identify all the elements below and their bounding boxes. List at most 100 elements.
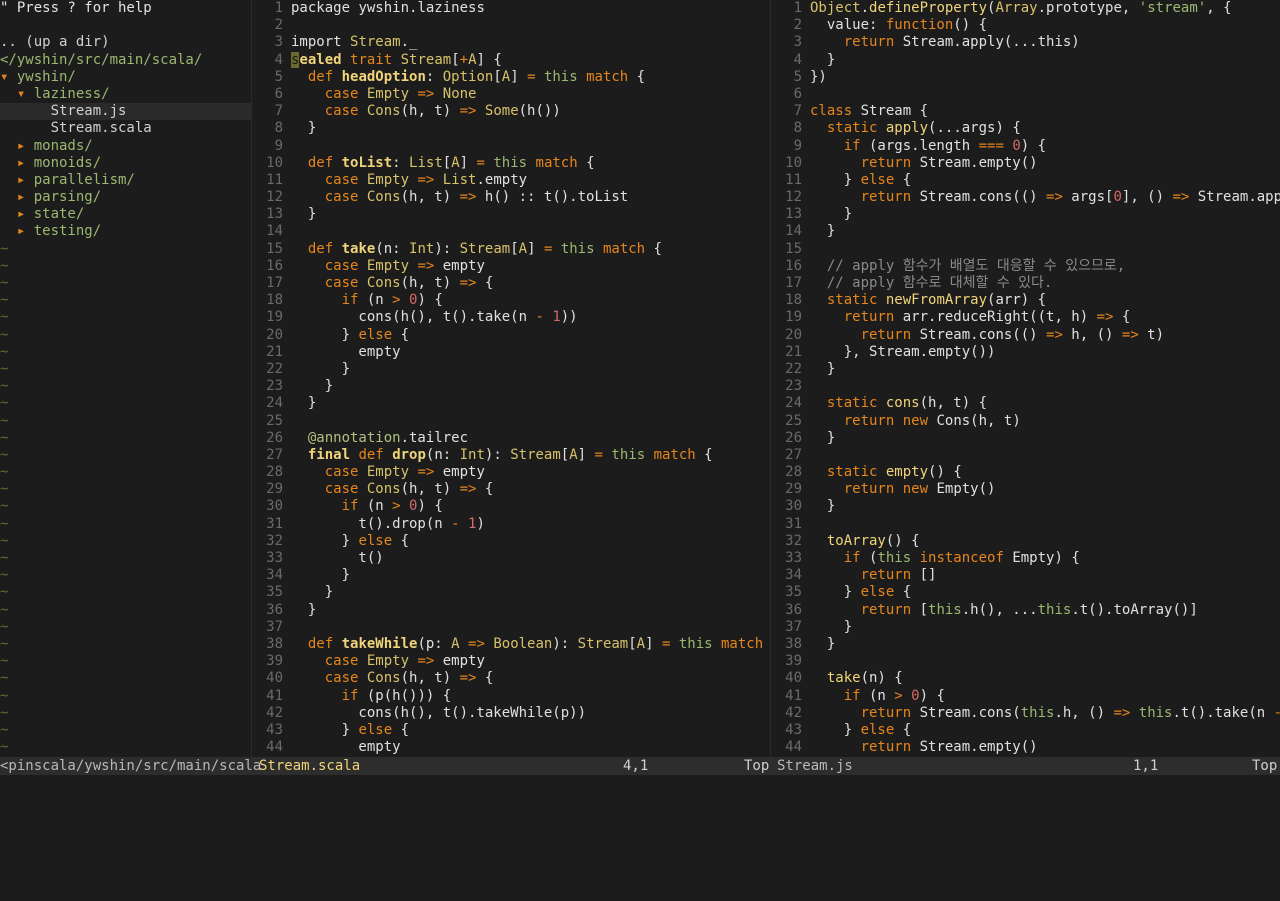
code-line[interactable]: 20 return Stream.cons(() => h, () => t) xyxy=(772,327,1280,344)
tree-dir-item[interactable]: ▾ laziness/ xyxy=(0,86,251,103)
code-line[interactable]: 2 value: function() { xyxy=(772,17,1280,34)
code-line[interactable]: 38 } xyxy=(772,636,1280,653)
code-line[interactable]: 17 // apply 함수로 대체할 수 있다. xyxy=(772,275,1280,292)
code-line[interactable]: 19 cons(h(), t().take(n - 1)) xyxy=(253,309,768,326)
code-line[interactable]: 39 case Empty => empty xyxy=(253,653,768,670)
code-line[interactable]: 8 static apply(...args) { xyxy=(772,120,1280,137)
code-line[interactable]: 14 xyxy=(253,223,768,240)
code-line[interactable]: 16 case Empty => empty xyxy=(253,258,768,275)
tree-file-item[interactable]: Stream.scala xyxy=(0,120,251,137)
code-line[interactable]: 1 package ywshin.laziness xyxy=(253,0,768,17)
code-line[interactable]: 36 return [this.h(), ...this.t().toArray… xyxy=(772,602,1280,619)
code-line[interactable]: 42 return Stream.cons(this.h, () => this… xyxy=(772,705,1280,722)
code-line[interactable]: 34 return [] xyxy=(772,567,1280,584)
code-line[interactable]: 3 return Stream.apply(...this) xyxy=(772,34,1280,51)
tree-dir-item[interactable]: ▸ parsing/ xyxy=(0,189,251,206)
editor-pane-js[interactable]: 1 Object.defineProperty (Array.prototype,… xyxy=(772,0,1280,757)
code-line[interactable]: 4 sealed trait Stream[+A] { xyxy=(253,51,768,69)
code-line[interactable]: 11 case Empty => List.empty xyxy=(253,172,768,189)
code-line[interactable]: 27 final def drop(n: Int): Stream[A] = t… xyxy=(253,447,768,464)
code-line[interactable]: 31 xyxy=(772,516,1280,533)
code-line[interactable]: 29 case Cons(h, t) => { xyxy=(253,481,768,498)
code-line[interactable]: 11 } else { xyxy=(772,172,1280,189)
editor-pane-scala[interactable]: 1 package ywshin.laziness 2 3 import Stre… xyxy=(253,0,768,757)
code-line[interactable]: 6 xyxy=(772,86,1280,103)
code-line[interactable]: 12 case Cons(h, t) => h() :: t().toList xyxy=(253,189,768,206)
tree-dir-item[interactable]: ▸ parallelism/ xyxy=(0,172,251,189)
tree-dir-item[interactable]: ▾ ywshin/ xyxy=(0,69,251,86)
code-line[interactable]: 2 xyxy=(253,17,768,34)
code-line[interactable]: 35 } else { xyxy=(772,584,1280,601)
code-line[interactable]: 12 return Stream.cons(() => args[0], () … xyxy=(772,189,1280,206)
code-line[interactable]: 27 xyxy=(772,447,1280,464)
code-line[interactable]: 10 return Stream.empty() xyxy=(772,155,1280,172)
code-line[interactable]: 40 case Cons(h, t) => { xyxy=(253,670,768,687)
code-line[interactable]: 43 } else { xyxy=(772,722,1280,739)
file-tree-pane[interactable]: " Press ? for help .. (up a dir) </ywshi… xyxy=(0,0,251,757)
tree-file-item[interactable]: Stream.js xyxy=(0,103,251,121)
up-dir-item[interactable]: .. (up a dir) xyxy=(0,34,251,51)
code-line[interactable]: 29 return new Empty() xyxy=(772,481,1280,498)
code-line[interactable]: 23 xyxy=(772,378,1280,395)
code-line[interactable]: 17 case Cons(h, t) => { xyxy=(253,275,768,292)
code-line[interactable]: 7 class Stream { xyxy=(772,103,1280,120)
code-line[interactable]: 1 Object.defineProperty(Array.prototype,… xyxy=(772,0,1280,17)
code-line[interactable]: 6 case Empty => None xyxy=(253,86,768,103)
tree-dir-item[interactable]: ▸ testing/ xyxy=(0,223,251,240)
code-line[interactable]: 26 @annotation.tailrec xyxy=(253,430,768,447)
code-line[interactable]: 24 static cons(h, t) { xyxy=(772,395,1280,412)
code-line[interactable]: 42 cons(h(), t().takeWhile(p)) xyxy=(253,705,768,722)
tree-dir-item[interactable]: ▸ monoids/ xyxy=(0,155,251,172)
code-line[interactable]: 19 return arr.reduceRight((t, h) => { xyxy=(772,309,1280,326)
code-line[interactable]: 44 empty xyxy=(253,739,768,756)
code-line[interactable]: 40 take(n) { xyxy=(772,670,1280,687)
code-line[interactable]: 31 t().drop(n - 1) xyxy=(253,516,768,533)
code-line[interactable]: 41 if (p(h())) { xyxy=(253,688,768,705)
code-line[interactable]: 18 static newFromArray(arr) { xyxy=(772,292,1280,309)
code-line[interactable]: 9 if (args.length === 0) { xyxy=(772,138,1280,155)
code-line[interactable]: 28 case Empty => empty xyxy=(253,464,768,481)
vertical-split-2[interactable] xyxy=(770,0,771,757)
code-line[interactable]: 28 static empty() { xyxy=(772,464,1280,481)
code-line[interactable]: 23 } xyxy=(253,378,768,395)
code-line[interactable]: 36 } xyxy=(253,602,768,619)
code-line[interactable]: 37 } xyxy=(772,619,1280,636)
code-line[interactable]: 37 xyxy=(253,619,768,636)
code-line[interactable]: 30 if (n > 0) { xyxy=(253,498,768,515)
tree-dir-item[interactable]: ▸ monads/ xyxy=(0,138,251,155)
code-line[interactable]: 33 if (this instanceof Empty) { xyxy=(772,550,1280,567)
code-line[interactable]: 32 } else { xyxy=(253,533,768,550)
code-line[interactable]: 21 }, Stream.empty()) xyxy=(772,344,1280,361)
code-line[interactable]: 25 xyxy=(253,413,768,430)
code-line[interactable]: 21 empty xyxy=(253,344,768,361)
code-line[interactable]: 24 } xyxy=(253,395,768,412)
code-line[interactable]: 26 } xyxy=(772,430,1280,447)
code-line[interactable]: 33 t() xyxy=(253,550,768,567)
tree-dir-item[interactable]: ▸ state/ xyxy=(0,206,251,223)
code-line[interactable]: 5 def headOption: Option[A] = this match… xyxy=(253,69,768,86)
code-line[interactable]: 13 } xyxy=(253,206,768,223)
code-line[interactable]: 22 } xyxy=(253,361,768,378)
code-line[interactable]: 13 } xyxy=(772,206,1280,223)
code-line[interactable]: 32 toArray() { xyxy=(772,533,1280,550)
code-line[interactable]: 43 } else { xyxy=(253,722,768,739)
code-line[interactable]: 20 } else { xyxy=(253,327,768,344)
code-line[interactable]: 22 } xyxy=(772,361,1280,378)
code-line[interactable]: 14 } xyxy=(772,223,1280,240)
code-line[interactable]: 38 def takeWhile(p: A => Boolean): Strea… xyxy=(253,636,768,653)
code-line[interactable]: 34 } xyxy=(253,567,768,584)
tree-root-path[interactable]: </ywshin/src/main/scala/ xyxy=(0,52,251,69)
code-line[interactable]: 4 } xyxy=(772,52,1280,69)
code-line[interactable]: 41 if (n > 0) { xyxy=(772,688,1280,705)
code-line[interactable]: 44 return Stream.empty() xyxy=(772,739,1280,756)
code-line[interactable]: 7 case Cons(h, t) => Some(h()) xyxy=(253,103,768,120)
code-line[interactable]: 5 }) xyxy=(772,69,1280,86)
code-line[interactable]: 10 def toList: List[A] = this match { xyxy=(253,155,768,172)
code-line[interactable]: 9 xyxy=(253,138,768,155)
code-line[interactable]: 35 } xyxy=(253,584,768,601)
vertical-split-1[interactable] xyxy=(251,0,252,757)
code-line[interactable]: 15 def take(n: Int): Stream[A] = this ma… xyxy=(253,241,768,258)
code-line[interactable]: 30 } xyxy=(772,498,1280,515)
code-line[interactable]: 8 } xyxy=(253,120,768,137)
code-line[interactable]: 16 // apply 함수가 배열도 대응할 수 있으므로, xyxy=(772,258,1280,275)
